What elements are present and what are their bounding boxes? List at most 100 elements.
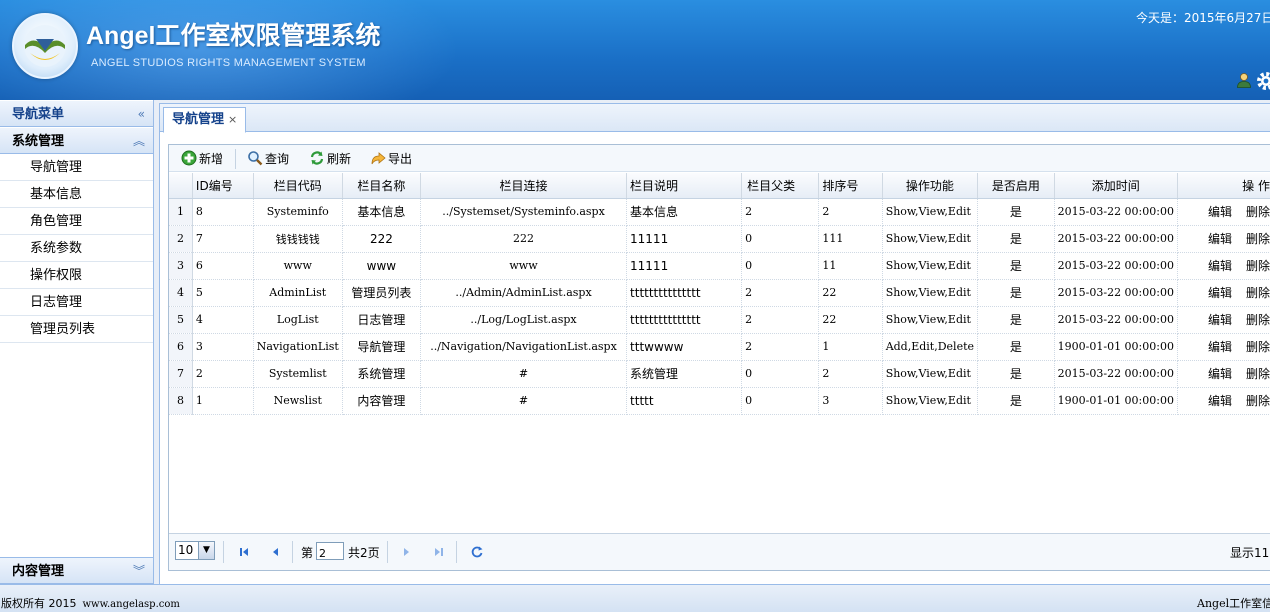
cell-parent: 0 bbox=[741, 360, 820, 388]
table-row[interactable]: 4 5 AdminList 管理员列表 ../Admin/AdminList.aspx t… bbox=[169, 279, 1270, 307]
cell-id: 4 bbox=[192, 306, 254, 334]
edit-link[interactable]: 编辑 bbox=[1208, 394, 1232, 408]
cell-name: www bbox=[342, 252, 422, 280]
delete-link[interactable]: 删除 bbox=[1246, 205, 1270, 219]
nav-menu-header[interactable]: 导航菜单 « bbox=[0, 100, 153, 127]
search-icon bbox=[248, 151, 263, 166]
edit-link[interactable]: 编辑 bbox=[1208, 205, 1232, 219]
cell-actions: 编辑 删除 bbox=[1177, 225, 1270, 253]
system-section-header[interactable]: 系统管理 ︽ bbox=[0, 127, 153, 154]
cell-actions: 编辑 删除 bbox=[1177, 279, 1270, 307]
cell-parent: 2 bbox=[741, 198, 820, 226]
cell-code: AdminList bbox=[253, 279, 343, 307]
edit-link[interactable]: 编辑 bbox=[1208, 367, 1232, 381]
cell-parent: 2 bbox=[741, 306, 820, 334]
site-url[interactable]: www.angelasp.com bbox=[83, 599, 180, 610]
sidebar-item-admins[interactable]: 管理员列表 bbox=[0, 316, 153, 343]
search-button[interactable]: 查询 bbox=[247, 150, 289, 168]
export-button[interactable]: 导出 bbox=[370, 150, 412, 168]
chevron-down-icon[interactable]: ▼ bbox=[198, 542, 214, 559]
page-size-value: 10 bbox=[178, 543, 194, 557]
column-header[interactable]: 添加时间 bbox=[1054, 173, 1178, 199]
first-page-icon[interactable] bbox=[237, 545, 251, 559]
sidebar-item-navigation[interactable]: 导航管理 bbox=[0, 154, 153, 181]
user-icon[interactable] bbox=[1236, 72, 1252, 88]
reload-icon[interactable] bbox=[470, 545, 484, 559]
column-header[interactable]: 栏目连接 bbox=[420, 173, 628, 199]
table-row[interactable]: 8 1 Newslist 内容管理 # ttttt 0 3 Show,View,Edit 是 190… bbox=[169, 387, 1270, 415]
delete-link[interactable]: 删除 bbox=[1246, 286, 1270, 300]
column-header[interactable]: 排序号 bbox=[818, 173, 883, 199]
cell-id: 8 bbox=[192, 198, 254, 226]
cell-link: ../Systemset/Systeminfo.aspx bbox=[420, 198, 628, 226]
cell-enabled: 是 bbox=[977, 252, 1055, 280]
column-header[interactable]: 栏目代码 bbox=[253, 173, 343, 199]
column-header[interactable]: 操作功能 bbox=[882, 173, 979, 199]
delete-link[interactable]: 删除 bbox=[1246, 232, 1270, 246]
add-button[interactable]: 新增 bbox=[181, 150, 223, 168]
logo-emblem-icon bbox=[24, 25, 66, 67]
app-title: Angel工作室权限管理系统 bbox=[86, 22, 381, 50]
cell-enabled: 是 bbox=[977, 198, 1055, 226]
table-row[interactable]: 3 6 www www www 11111 0 11 Show,View,Edit 是 2015-0… bbox=[169, 252, 1270, 280]
prev-page-icon[interactable] bbox=[268, 545, 282, 559]
sidebar-item-basic-info[interactable]: 基本信息 bbox=[0, 181, 153, 208]
delete-link[interactable]: 删除 bbox=[1246, 367, 1270, 381]
last-page-icon[interactable] bbox=[432, 545, 446, 559]
sidebar-item-roles[interactable]: 角色管理 bbox=[0, 208, 153, 235]
cell-time: 2015-03-22 00:00:00 bbox=[1054, 225, 1178, 253]
table-row[interactable]: 2 7 钱钱钱钱 222 222 11111 0 111 Show,View,Edit 是 2015… bbox=[169, 225, 1270, 253]
cell-desc: tttwwww bbox=[626, 333, 743, 361]
column-header[interactable]: 栏目父类 bbox=[741, 173, 820, 199]
cell-actions: 编辑 删除 bbox=[1177, 333, 1270, 361]
column-header[interactable]: ID编号 bbox=[192, 173, 254, 199]
cell-enabled: 是 bbox=[977, 360, 1055, 388]
sidebar-item-params[interactable]: 系统参数 bbox=[0, 235, 153, 262]
column-header[interactable]: 操 作 bbox=[1177, 173, 1270, 199]
cell-actions: 编辑 删除 bbox=[1177, 252, 1270, 280]
cell-name: 管理员列表 bbox=[342, 279, 422, 307]
edit-link[interactable]: 编辑 bbox=[1208, 313, 1232, 327]
delete-link[interactable]: 删除 bbox=[1246, 313, 1270, 327]
chevron-down-icon[interactable]: ︾ bbox=[133, 558, 145, 585]
cell-name: 基本信息 bbox=[342, 198, 422, 226]
next-page-icon[interactable] bbox=[400, 545, 414, 559]
table-row[interactable]: 5 4 LogList 日志管理 ../Log/LogList.aspx tttttttt… bbox=[169, 306, 1270, 334]
table-row[interactable]: 7 2 Systemlist 系统管理 # 系统管理 0 2 Show,View,Edit 是 20… bbox=[169, 360, 1270, 388]
delete-link[interactable]: 删除 bbox=[1246, 259, 1270, 273]
content-section-header[interactable]: 内容管理 ︾ bbox=[0, 557, 153, 584]
table-row[interactable]: 6 3 NavigationList 导航管理 ../Navigation/Naviga… bbox=[169, 333, 1270, 361]
cell-ops: Show,View,Edit bbox=[882, 198, 979, 226]
column-header[interactable]: 栏目说明 bbox=[626, 173, 743, 199]
collapse-left-icon[interactable]: « bbox=[138, 101, 145, 128]
gear-icon[interactable] bbox=[1256, 71, 1270, 91]
page-size-select[interactable]: 10 ▼ bbox=[175, 541, 215, 560]
edit-link[interactable]: 编辑 bbox=[1208, 232, 1232, 246]
sidebar-item-logs[interactable]: 日志管理 bbox=[0, 289, 153, 316]
pager-divider bbox=[387, 541, 388, 563]
column-header[interactable]: 栏目名称 bbox=[342, 173, 422, 199]
page-total: 共2页 bbox=[348, 546, 380, 560]
content-section-title: 内容管理 bbox=[12, 564, 65, 579]
edit-link[interactable]: 编辑 bbox=[1208, 340, 1232, 354]
close-icon[interactable]: × bbox=[228, 113, 237, 126]
table-row[interactable]: 1 8 Systeminfo 基本信息 ../Systemset/Systeminfo.… bbox=[169, 198, 1270, 226]
sidebar-item-permissions[interactable]: 操作权限 bbox=[0, 262, 153, 289]
refresh-button[interactable]: 刷新 bbox=[309, 150, 351, 168]
cell-ops: Show,View,Edit bbox=[882, 279, 979, 307]
cell-link: ../Admin/AdminList.aspx bbox=[420, 279, 628, 307]
app-subtitle: ANGEL STUDIOS RIGHTS MANAGEMENT SYSTEM bbox=[91, 57, 366, 69]
edit-link[interactable]: 编辑 bbox=[1208, 286, 1232, 300]
tab-navigation[interactable]: 导航管理 × bbox=[163, 107, 247, 133]
edit-link[interactable]: 编辑 bbox=[1208, 259, 1232, 273]
delete-link[interactable]: 删除 bbox=[1246, 340, 1270, 354]
delete-link[interactable]: 删除 bbox=[1246, 394, 1270, 408]
pager-divider bbox=[292, 541, 293, 563]
chevron-up-icon[interactable]: ︽ bbox=[133, 128, 145, 155]
cell-sort: 22 bbox=[818, 306, 883, 334]
page-number-input[interactable]: 2 bbox=[316, 542, 344, 560]
cell-enabled: 是 bbox=[977, 306, 1055, 334]
column-header[interactable]: 是否启用 bbox=[977, 173, 1055, 199]
cell-name: 导航管理 bbox=[342, 333, 422, 361]
row-number: 2 bbox=[169, 225, 193, 253]
